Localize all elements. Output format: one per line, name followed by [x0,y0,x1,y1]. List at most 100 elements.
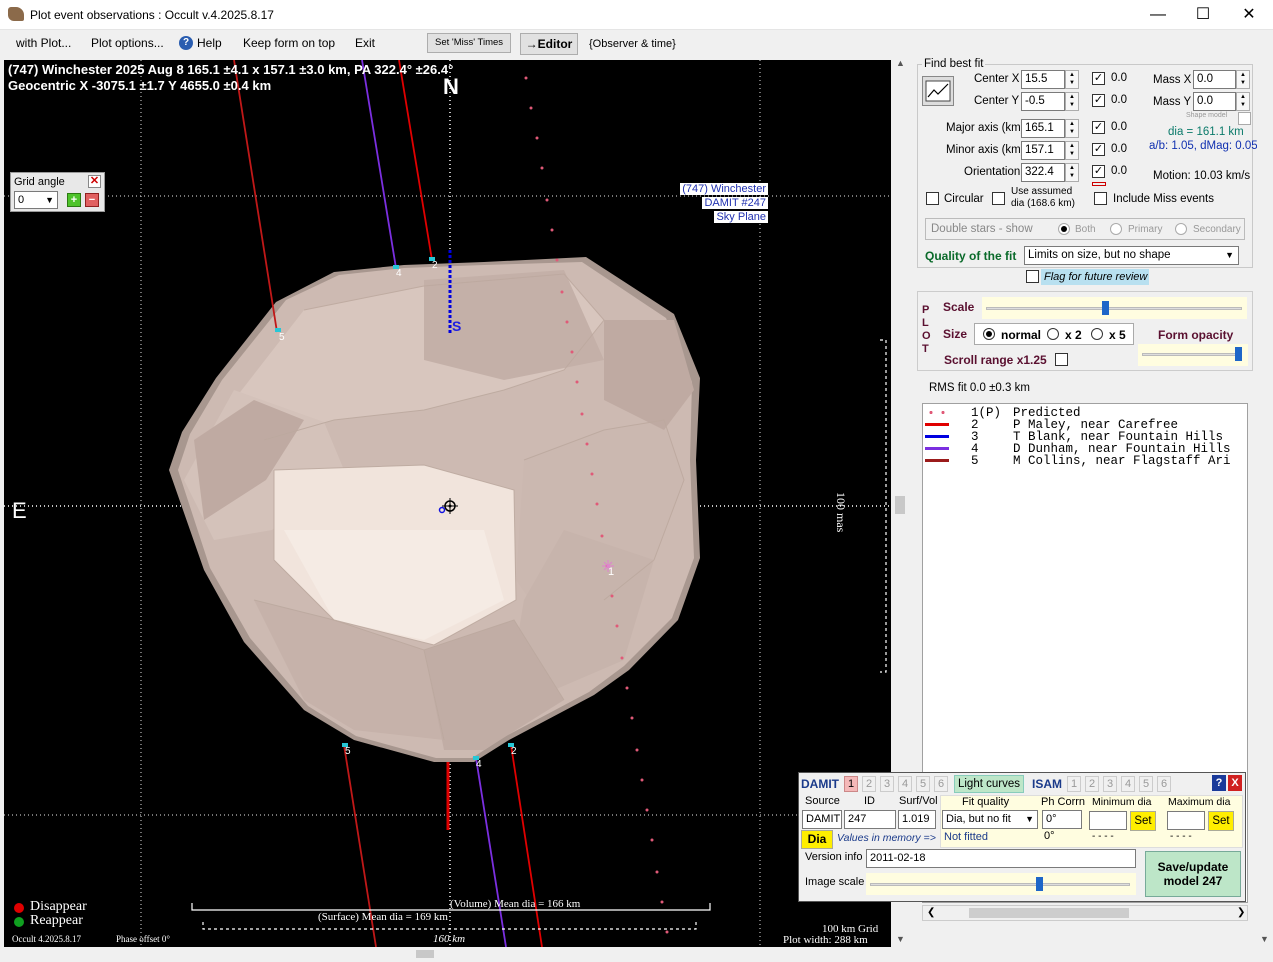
panel-vscroll[interactable]: ▼ [1257,60,1271,947]
form-opacity-slider[interactable] [1138,344,1248,366]
editor-button[interactable]: →Editor [520,33,578,55]
isam-tab-4[interactable]: 4 [1121,776,1135,792]
use-assumed-checkbox[interactable] [992,192,1005,205]
menu-with-plot[interactable]: with Plot... [16,36,71,50]
observer-list-hscroll-thumb[interactable] [969,908,1129,918]
surf-vol-field[interactable]: 1.019 [898,810,936,829]
observer-time-label[interactable]: {Observer & time} [589,38,676,50]
plot-vertical-label: PLOT [922,304,931,356]
min-dia-set-button[interactable]: Set [1130,811,1156,831]
major-axis-field[interactable]: 165.1 [1021,119,1065,138]
max-dia-set-button[interactable]: Set [1208,811,1234,831]
primary-radio[interactable] [1110,223,1122,235]
center-y-checkbox[interactable]: ✓ [1092,94,1105,107]
menu-keep-on-top[interactable]: Keep form on top [243,36,335,50]
scroll-right-icon[interactable]: ❯ [1237,907,1245,918]
light-curves-button[interactable]: Light curves [954,775,1024,793]
scale-slider[interactable] [982,297,1247,319]
chord-color-swatch [925,447,949,450]
damit-close-button[interactable]: X [1228,775,1242,791]
circular-checkbox[interactable] [926,192,939,205]
damit-tab-2[interactable]: 2 [862,776,876,792]
mass-x-field[interactable]: 0.0 [1193,70,1236,89]
rms-label: RMS fit 0.0 ±0.3 km [929,382,1030,394]
panel-scroll-down-icon[interactable]: ▼ [1260,934,1269,944]
grid-angle-minus-button[interactable]: − [85,193,99,207]
minor-axis-spin[interactable]: ▲ ▼ [1065,141,1079,160]
damit-tab-3[interactable]: 3 [880,776,894,792]
shape-model-checkbox[interactable] [1238,112,1251,125]
double-stars-label: Double stars - show [931,223,1033,235]
isam-tab-2[interactable]: 2 [1085,776,1099,792]
isam-tab-6[interactable]: 6 [1157,776,1171,792]
center-x-spin[interactable]: ▲ ▼ [1065,70,1079,89]
isam-tab-3[interactable]: 3 [1103,776,1117,792]
form-opacity-thumb[interactable] [1235,347,1243,361]
quality-select[interactable]: Limits on size, but no shape ▼ [1024,246,1239,265]
isam-tab-5[interactable]: 5 [1139,776,1153,792]
major-axis-spin[interactable]: ▲ ▼ [1065,119,1079,138]
center-y-spin[interactable]: ▲ ▼ [1065,92,1079,111]
save-update-model-button[interactable]: Save/update model 247 [1145,851,1241,897]
close-button[interactable]: ✕ [1226,0,1272,30]
size-x2-radio[interactable] [1047,328,1059,340]
size-normal-radio[interactable] [983,328,995,340]
scroll-left-icon[interactable]: ❮ [927,907,935,918]
source-field[interactable]: DAMIT [802,810,842,829]
orientation-spin[interactable]: ▲ ▼ [1065,163,1079,182]
scroll-down-icon[interactable]: ▼ [896,934,905,944]
plot-area[interactable]: (747) Winchester 2025 Aug 8 165.1 ±4.1 x… [4,60,891,947]
plot-hscroll-thumb[interactable] [416,950,434,958]
id-field[interactable]: 247 [844,810,896,829]
secondary-radio[interactable] [1175,223,1187,235]
damit-tab-1[interactable]: 1 [844,776,858,792]
close-grid-icon[interactable]: ✕ [88,175,101,188]
plot-hscroll[interactable] [4,948,891,960]
image-scale-thumb[interactable] [1036,877,1044,891]
center-x-field[interactable]: 15.5 [1021,70,1065,89]
menu-exit[interactable]: Exit [355,36,375,50]
grid-angle-select[interactable]: 0 ▼ [14,191,58,209]
damit-tab-4[interactable]: 4 [898,776,912,792]
version-info-field[interactable]: 2011-02-18 [866,849,1136,868]
min-dia-field[interactable] [1089,811,1127,830]
image-scale-slider[interactable] [866,873,1136,895]
set-miss-times-button[interactable]: Set 'Miss' Times [427,33,511,53]
mass-x-spin[interactable]: ▲ ▼ [1236,70,1250,89]
observer-list-hscroll[interactable]: ❮ ❯ [922,905,1248,921]
center-x-checkbox[interactable]: ✓ [1092,72,1105,85]
minimize-button[interactable]: — [1135,0,1181,30]
fit-quality-select[interactable]: Dia, but no fit ▼ [942,810,1038,829]
help-icon[interactable]: ? [179,36,193,50]
damit-tab-5[interactable]: 5 [916,776,930,792]
orientation-field[interactable]: 322.4 [1021,163,1065,182]
both-radio[interactable] [1058,223,1070,235]
damit-tab-6[interactable]: 6 [934,776,948,792]
menu-plot-options[interactable]: Plot options... [91,36,164,50]
orientation-checkbox[interactable]: ✓ [1092,165,1105,178]
plot-vscroll-thumb[interactable] [895,496,905,514]
find-best-fit-button[interactable] [922,76,954,106]
maximize-button[interactable]: ☐ [1180,0,1226,30]
minor-axis-checkbox[interactable]: ✓ [1092,143,1105,156]
center-y-field[interactable]: -0.5 [1021,92,1065,111]
isam-tab-1[interactable]: 1 [1067,776,1081,792]
scroll-up-icon[interactable]: ▲ [896,58,905,68]
ph-corr-field[interactable]: 0° [1042,810,1082,829]
damit-help-button[interactable]: ? [1212,775,1226,791]
include-miss-checkbox[interactable] [1094,192,1107,205]
mass-y-field[interactable]: 0.0 [1193,92,1236,111]
grid-angle-plus-button[interactable]: + [67,193,81,207]
version-label: Occult 4.2025.8.17 [12,934,81,944]
dia-button[interactable]: Dia [801,830,833,849]
flag-review-checkbox[interactable] [1026,270,1039,283]
scale-slider-thumb[interactable] [1101,301,1109,315]
menu-help[interactable]: Help [197,36,222,50]
major-axis-checkbox[interactable]: ✓ [1092,121,1105,134]
size-label: Size [943,327,968,341]
size-x5-radio[interactable] [1091,328,1103,340]
scroll-range-checkbox[interactable] [1055,353,1068,366]
minor-axis-field[interactable]: 157.1 [1021,141,1065,160]
mass-y-spin[interactable]: ▲ ▼ [1236,92,1250,111]
max-dia-field[interactable] [1167,811,1205,830]
